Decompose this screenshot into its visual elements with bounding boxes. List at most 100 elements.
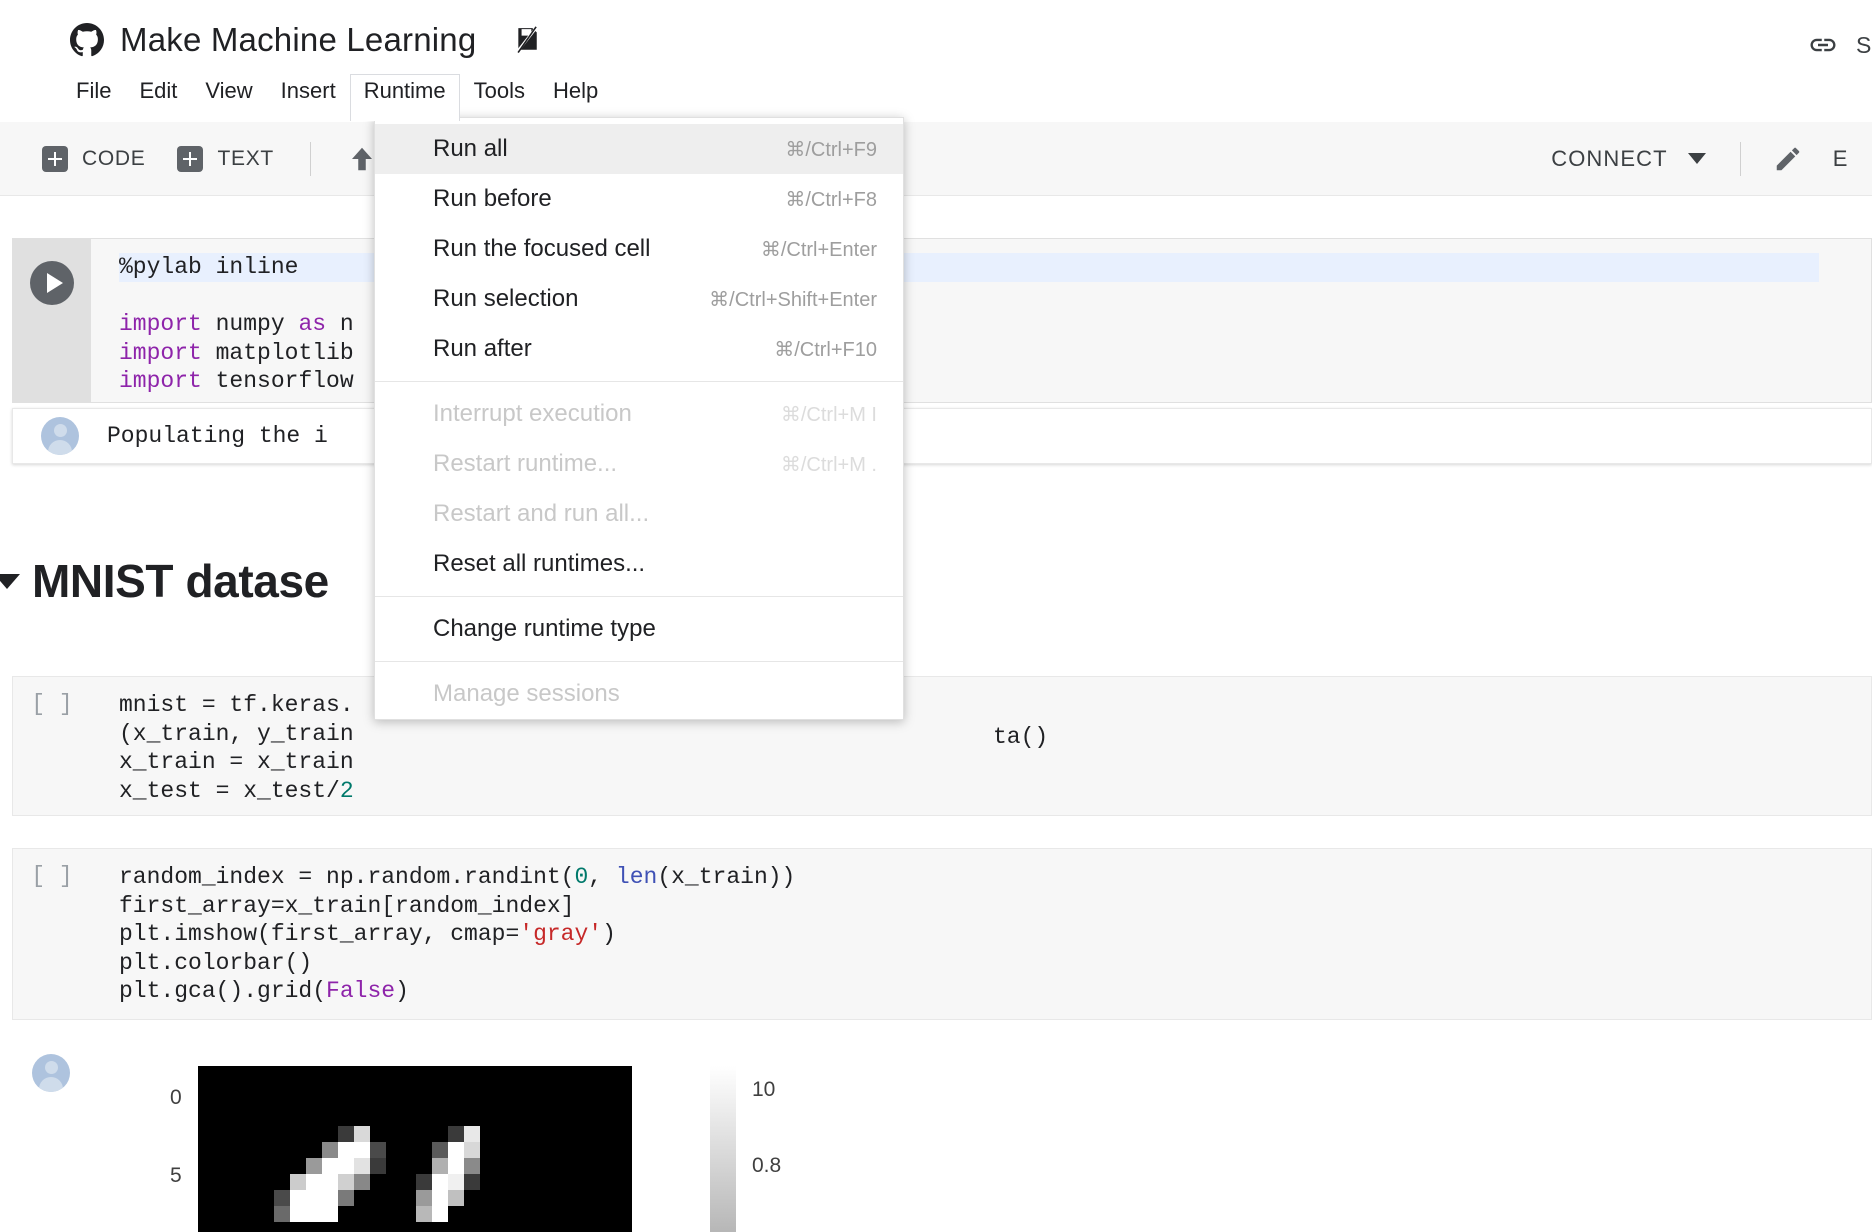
- code-line: x_test = x_test/: [119, 777, 340, 804]
- runtime-dropdown-menu: Run all ⌘/Ctrl+F9 Run before ⌘/Ctrl+F8 R…: [374, 117, 904, 720]
- menu-item-label: Restart runtime...: [433, 450, 618, 477]
- cell-3-prompt[interactable]: [ ]: [13, 849, 91, 1019]
- menu-item-label: Run the focused cell: [433, 235, 651, 262]
- menu-item-shortcut: ⌘/Ctrl+F8: [785, 188, 877, 211]
- menu-file[interactable]: File: [62, 74, 125, 117]
- menu-item-shortcut: ⌘/Ctrl+Enter: [760, 238, 877, 261]
- code-cell-3[interactable]: [ ] random_index = np.random.randint(0, …: [12, 848, 1872, 1020]
- code-builtin-len: len: [615, 864, 658, 890]
- menu-item-label: Run selection: [433, 285, 579, 312]
- code-cell-2[interactable]: [ ] mnist = tf.keras. (x_train, y_train …: [12, 676, 1872, 816]
- header-actions: S: [1808, 30, 1872, 60]
- menu-view[interactable]: View: [191, 74, 266, 117]
- mnist-digit-image: [198, 1066, 632, 1232]
- menu-item-label: Restart and run all...: [433, 500, 650, 527]
- add-code-cell-button[interactable]: CODE: [28, 140, 159, 178]
- code-text: numpy: [201, 311, 299, 337]
- cell-1-gutter: [13, 239, 91, 402]
- document-title-row: Make Machine Learning: [70, 10, 540, 70]
- code-text: plt.gca().grid(: [119, 978, 327, 1004]
- code-line: first_array=x_train[random_index]: [119, 892, 575, 919]
- toolbar-left-group: CODE TEXT: [0, 138, 391, 180]
- code-string: 'gray': [519, 921, 603, 947]
- menu-separator: [375, 381, 903, 382]
- code-cell-1[interactable]: %pylab inline import numpy as n import m…: [12, 238, 1872, 403]
- code-text: tensorflow: [201, 368, 354, 394]
- menu-tools[interactable]: Tools: [460, 74, 539, 117]
- heading-text: MNIST datase: [32, 555, 329, 607]
- code-keyword-as: as: [298, 311, 327, 337]
- menu-item-reset-all-runtimes[interactable]: Reset all runtimes...: [375, 539, 903, 589]
- add-text-cell-button[interactable]: TEXT: [163, 140, 287, 178]
- app-header: Make Machine Learning File Edit View Ins…: [0, 0, 1872, 122]
- menu-item-shortcut: ⌘/Ctrl+Shift+Enter: [709, 288, 877, 311]
- plus-icon: [42, 145, 68, 172]
- menu-item-label: Interrupt execution: [433, 400, 632, 427]
- menu-insert[interactable]: Insert: [267, 74, 350, 117]
- menu-item-label: Reset all runtimes...: [433, 550, 646, 577]
- matplotlib-figure: 0 5 10 0.8: [90, 1036, 890, 1232]
- menu-item-shortcut: ⌘/Ctrl+M .: [780, 453, 877, 476]
- menu-item-run-all[interactable]: Run all ⌘/Ctrl+F9: [375, 124, 903, 174]
- add-code-cell-label: CODE: [82, 146, 146, 170]
- code-line-tail: ta(): [993, 724, 1049, 750]
- play-icon: [46, 273, 63, 293]
- code-text: (x_train)): [657, 864, 796, 890]
- save-disabled-icon: [516, 26, 539, 54]
- code-text: ,: [588, 864, 616, 890]
- colorbar-tick-0: 10: [752, 1078, 776, 1101]
- code-text: ): [395, 978, 409, 1004]
- menu-item-run-selection[interactable]: Run selection ⌘/Ctrl+Shift+Enter: [375, 274, 903, 324]
- code-text: random_index = np.random.randint(: [119, 864, 575, 890]
- avatar: [41, 417, 79, 455]
- toolbar-right-group: CONNECT E: [1535, 138, 1872, 180]
- menu-item-run-the-focused-cell[interactable]: Run the focused cell ⌘/Ctrl+Enter: [375, 224, 903, 274]
- code-number: 0: [574, 864, 589, 890]
- menu-item-restart-runtime: Restart runtime... ⌘/Ctrl+M .: [375, 439, 903, 489]
- menu-runtime[interactable]: Runtime: [349, 74, 460, 122]
- menu-item-manage-sessions: Manage sessions: [375, 669, 903, 719]
- y-tick-0: 0: [170, 1086, 182, 1109]
- connect-button[interactable]: CONNECT: [1535, 140, 1721, 178]
- cell-1-editor[interactable]: %pylab inline import numpy as n import m…: [91, 239, 1871, 402]
- menu-item-run-before[interactable]: Run before ⌘/Ctrl+F8: [375, 174, 903, 224]
- menu-item-shortcut: ⌘/Ctrl+F9: [785, 138, 877, 161]
- editing-mode-label: E: [1832, 145, 1848, 171]
- cell-2-editor[interactable]: mnist = tf.keras. (x_train, y_train x_tr…: [91, 677, 1871, 815]
- cell-1-output-text-left: Populating the i: [107, 423, 328, 449]
- code-keyword-import: import: [119, 339, 202, 366]
- y-tick-1: 5: [170, 1164, 182, 1187]
- chevron-down-icon[interactable]: [0, 573, 20, 589]
- menu-item-label: Run after: [433, 335, 532, 362]
- code-text: plt.imshow(first_array, cmap=: [119, 921, 520, 947]
- connect-label: CONNECT: [1551, 145, 1668, 171]
- menu-item-shortcut: ⌘/Ctrl+M I: [780, 403, 877, 426]
- chevron-down-icon: [1687, 153, 1706, 164]
- code-text: ): [602, 921, 616, 947]
- avatar: [32, 1054, 70, 1092]
- arrow-up-icon: [351, 147, 372, 170]
- code-line: (x_train, y_train: [119, 720, 354, 747]
- github-icon[interactable]: [70, 23, 104, 57]
- run-cell-button[interactable]: [30, 261, 74, 305]
- cell-3-editor[interactable]: random_index = np.random.randint(0, len(…: [91, 849, 1871, 1019]
- menu-edit[interactable]: Edit: [125, 74, 191, 117]
- add-text-cell-label: TEXT: [217, 146, 274, 170]
- share-button-label[interactable]: S: [1856, 32, 1872, 59]
- code-number: 2: [339, 777, 354, 804]
- menu-item-run-after[interactable]: Run after ⌘/Ctrl+F10: [375, 324, 903, 374]
- code-text: n: [326, 311, 354, 337]
- code-line: mnist = tf.keras.: [119, 692, 354, 718]
- editing-mode-button[interactable]: E: [1759, 138, 1862, 180]
- toolbar-divider: [1739, 141, 1741, 176]
- link-icon[interactable]: [1808, 30, 1838, 60]
- menu-item-interrupt-execution: Interrupt execution ⌘/Ctrl+M I: [375, 389, 903, 439]
- menu-item-change-runtime-type[interactable]: Change runtime type: [375, 604, 903, 654]
- menu-help[interactable]: Help: [539, 74, 612, 117]
- menu-item-label: Run all: [433, 135, 508, 162]
- menu-item-shortcut: ⌘/Ctrl+F10: [774, 338, 877, 361]
- cell-2-prompt[interactable]: [ ]: [13, 677, 91, 815]
- page-title: Make Machine Learning: [120, 21, 477, 58]
- code-keyword-false: False: [326, 978, 396, 1004]
